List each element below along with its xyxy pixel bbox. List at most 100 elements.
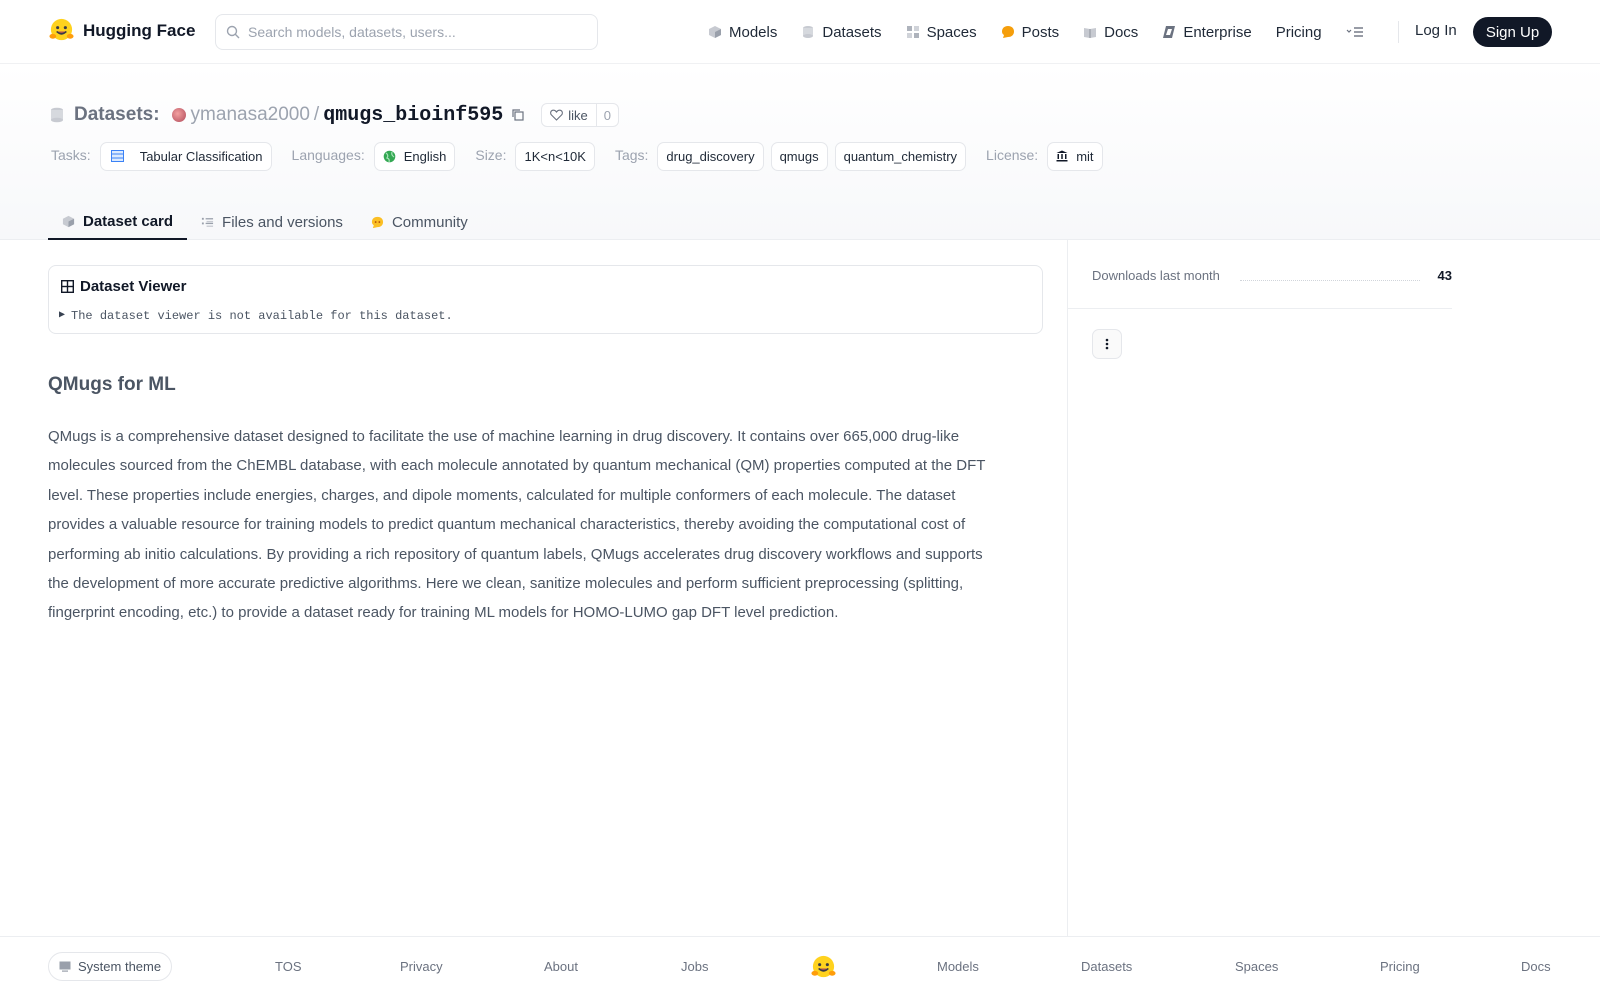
size-group: Size: 1K<n<10K [475,141,602,171]
nav-more-menu[interactable] [1346,26,1364,38]
footer-link-tos[interactable]: TOS [275,959,302,974]
dataset-card-body: QMugs is a comprehensive dataset designe… [48,428,986,622]
repo-title-row: Datasets: ymanasa2000 / qmugs_bioinf595 … [50,102,619,128]
footer-link-jobs[interactable]: Jobs [681,959,708,974]
tab-dataset-card[interactable]: Dataset card [48,195,188,240]
license-label: License: [986,146,1039,163]
brand-logo[interactable]: Hugging Face [48,17,195,44]
nav-posts-label: Posts [1021,23,1060,41]
enterprise-icon [1163,26,1176,38]
copy-icon[interactable] [511,108,525,122]
grid-icon [906,26,919,38]
more-options-button[interactable] [1092,329,1122,359]
downloads-count: 43 [1437,268,1452,283]
like-button[interactable]: like 0 [541,103,619,127]
tasks-label: Tasks: [51,146,91,163]
tag-quantum-chemistry[interactable]: quantum_chemistry [834,141,967,171]
footer-link-pricing[interactable]: Pricing [1380,959,1420,974]
footer-link-privacy[interactable]: Privacy [400,959,443,974]
footer-link-docs[interactable]: Docs [1521,959,1551,974]
tasks-group: Tasks: Tabular Classification [51,141,279,171]
task-tag-label: Tabular Classification [139,148,263,164]
like-count[interactable]: 0 [597,108,618,123]
license-tag[interactable]: mit [1047,141,1103,171]
nav-datasets[interactable]: Datasets [801,24,882,41]
table-icon [110,150,124,162]
nav-spaces[interactable]: Spaces [906,24,977,41]
size-label: Size: [475,146,507,163]
tab-files-and-versions[interactable]: Files and versions [187,195,357,240]
footer-link-about[interactable]: About [544,959,578,974]
theme-toggle-label: System theme [78,959,162,974]
community-icon [371,216,384,229]
languages-label: Languages: [291,146,365,163]
dataset-viewer-message[interactable]: ▶ The dataset viewer is not available fo… [59,309,453,323]
task-tag[interactable]: Tabular Classification [99,141,272,171]
language-tag[interactable]: English [373,141,456,171]
tab-dataset-card-label: Dataset card [83,213,174,230]
search-box[interactable] [215,14,598,50]
nav-pricing-label: Pricing [1275,23,1322,41]
size-tag[interactable]: 1K<n<10K [515,141,595,171]
nav-docs-label: Docs [1104,23,1139,41]
license-group: License: mit [986,141,1110,171]
dataset-viewer-title: Dataset Viewer [61,278,186,295]
downloads-stat: Downloads last month 43 [1092,268,1452,288]
table-grid-icon [61,280,74,293]
repo-name[interactable]: qmugs_bioinf595 [323,104,503,127]
nav-pricing[interactable]: Pricing [1276,24,1322,41]
languages-group: Languages: English [291,141,463,171]
law-building-icon [1056,150,1068,162]
book-icon [1084,28,1097,38]
dataset-viewer-message-text: The dataset viewer is not available for … [71,309,453,323]
tags-group: Tags: drug_discovery qmugs quantum_chemi… [614,141,973,171]
vertical-dots-icon [1105,338,1109,350]
like-label: like [568,107,588,123]
owner-avatar[interactable] [171,108,186,122]
theme-toggle-button[interactable]: System theme [48,952,173,981]
tab-files-label: Files and versions [222,214,343,231]
footer-link-datasets[interactable]: Datasets [1081,959,1132,974]
globe-icon [383,150,396,162]
tag-qmugs[interactable]: qmugs [770,141,828,171]
like-toggle[interactable]: like [542,104,597,126]
owner-link[interactable]: ymanasa2000 [191,104,310,126]
footer-link-models[interactable]: Models [937,959,979,974]
top-navigation: Hugging Face Models Datasets Spaces Post… [0,0,1600,64]
nav-divider [1398,21,1399,43]
metadata-tags-row: Tasks: Tabular Classification Languages:… [51,141,1117,171]
disclosure-triangle-icon: ▶ [59,310,66,321]
nav-enterprise-label: Enterprise [1183,23,1252,41]
dataset-viewer-panel: Dataset Viewer ▶ The dataset viewer is n… [48,265,1043,334]
nav-enterprise[interactable]: Enterprise [1162,23,1252,41]
login-link[interactable]: Log In [1415,22,1457,39]
language-tag-label: English [403,148,447,164]
dotted-leader [1240,280,1420,281]
tab-community-label: Community [391,214,468,231]
dataset-card-heading: QMugs for ML [48,374,176,395]
nav-models[interactable]: Models [708,24,777,41]
file-list-icon [201,217,214,227]
heart-icon [550,109,564,121]
nav-models-label: Models [729,23,778,41]
downloads-label: Downloads last month [1092,268,1220,283]
database-icon [51,107,63,123]
chat-bubble-icon [1001,26,1014,38]
search-icon [226,25,240,39]
menu-list-icon [1346,27,1363,37]
search-input[interactable] [248,24,568,40]
dataset-viewer-title-text: Dataset Viewer [80,278,187,295]
footer-link-spaces[interactable]: Spaces [1235,959,1278,974]
section-label[interactable]: Datasets: [74,104,160,126]
content-sidebar-divider [1067,240,1068,936]
hugging-face-logo-icon[interactable] [810,954,837,981]
nav-posts[interactable]: Posts [1001,23,1060,41]
tab-community[interactable]: Community [357,195,482,240]
nav-docs[interactable]: Docs [1083,24,1138,41]
sidebar-divider [1068,308,1452,309]
signup-button[interactable]: Sign Up [1473,17,1552,47]
license-tag-label: mit [1076,148,1094,164]
tags-label: Tags: [614,146,649,163]
monitor-icon [59,961,71,972]
tag-drug-discovery[interactable]: drug_discovery [657,141,764,171]
